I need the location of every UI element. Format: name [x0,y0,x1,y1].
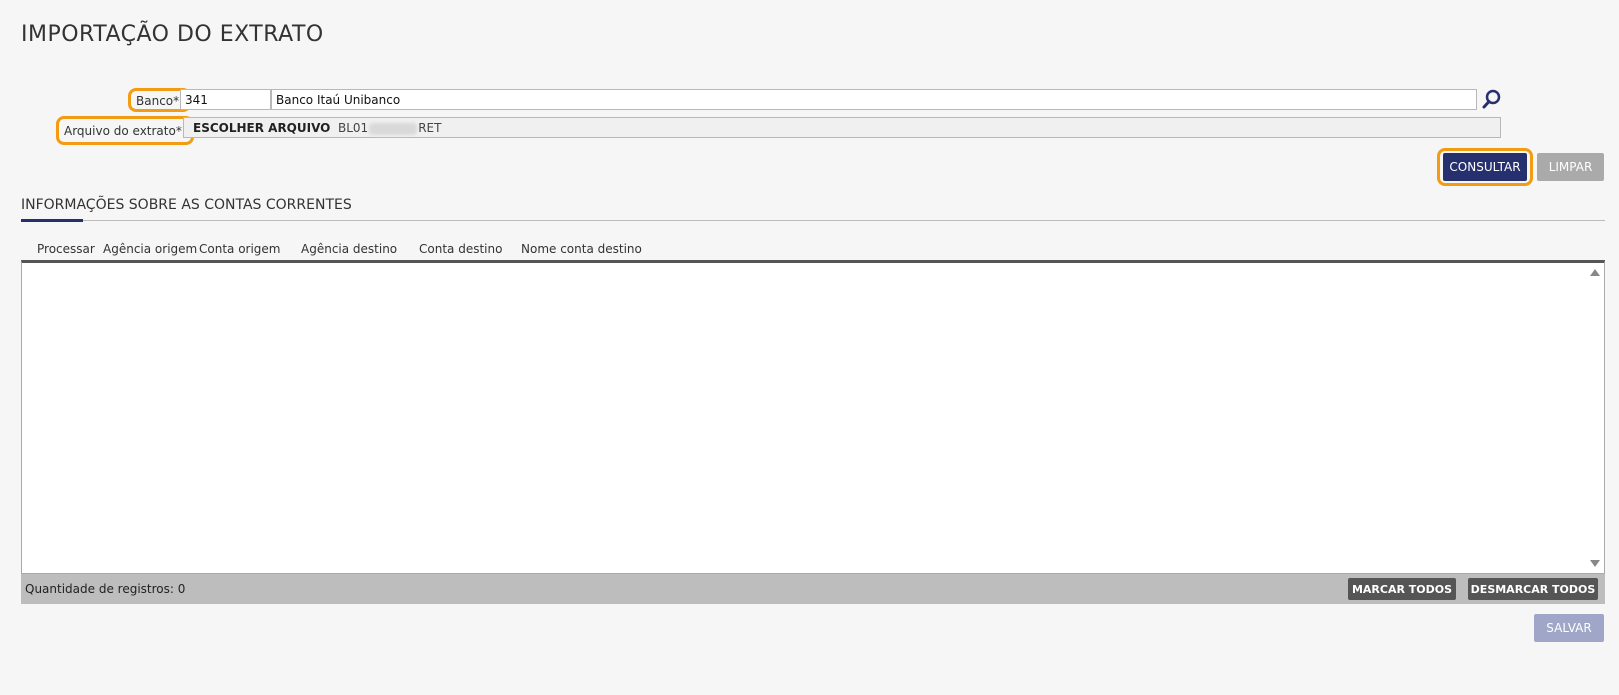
section-divider [21,220,1605,221]
file-label: Arquivo do extrato*: [56,116,194,145]
bank-code-input[interactable] [180,89,271,110]
file-name-prefix: BL01 [338,121,369,135]
file-name-suffix: RET [418,121,442,135]
scroll-down-icon[interactable] [1590,560,1600,567]
column-conta-origem[interactable]: Conta origem [199,242,281,256]
consultar-button[interactable]: CONSULTAR [1443,153,1527,181]
accounts-grid[interactable] [21,260,1605,574]
column-processar[interactable]: Processar [37,242,95,256]
page-title: IMPORTAÇÃO DO EXTRATO [21,22,324,47]
column-agencia-destino[interactable]: Agência destino [301,242,397,256]
choose-file-button[interactable]: ESCOLHER ARQUIVO [193,121,330,135]
section-accent [21,219,83,222]
scroll-up-icon[interactable] [1590,269,1600,276]
grid-footer: Quantidade de registros: 0 MARCAR TODOS … [21,574,1605,604]
redacted-mark [369,122,418,135]
column-nome-conta-destino[interactable]: Nome conta destino [521,242,642,256]
mark-all-button[interactable]: MARCAR TODOS [1348,578,1456,600]
unmark-all-button[interactable]: DESMARCAR TODOS [1468,578,1598,600]
search-icon[interactable] [1481,88,1503,110]
column-conta-destino[interactable]: Conta destino [419,242,502,256]
salvar-button[interactable]: SALVAR [1534,614,1604,642]
record-count: Quantidade de registros: 0 [25,582,186,596]
limpar-button[interactable]: LIMPAR [1537,153,1604,181]
column-agencia-origem[interactable]: Agência origem [103,242,197,256]
file-name: BL01 RET [338,121,441,135]
bank-name-input[interactable] [271,89,1477,110]
section-title: INFORMAÇÕES SOBRE AS CONTAS CORRENTES [21,197,352,213]
